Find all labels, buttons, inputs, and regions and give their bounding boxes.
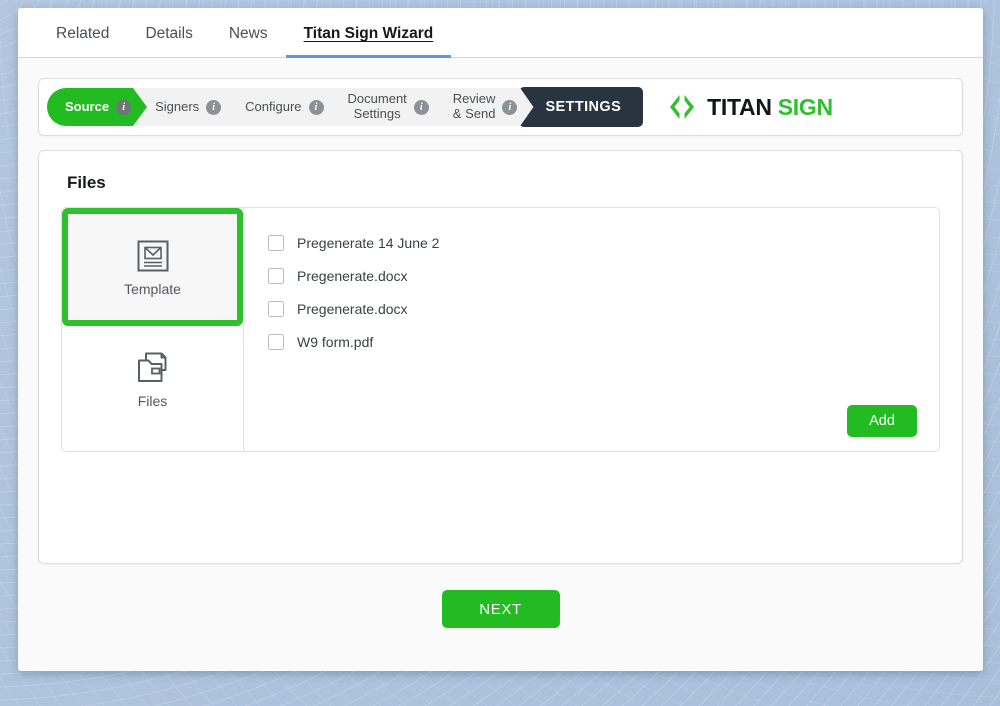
list-item[interactable]: Pregenerate.docx [268, 292, 919, 325]
wizard-step-document-settings[interactable]: Document Settings i [326, 88, 445, 126]
wizard-steps: Source i Signers i Configure i Document … [47, 87, 954, 127]
next-button[interactable]: NEXT [441, 590, 560, 628]
source-tile-template[interactable]: Template [62, 208, 243, 326]
wizard-step-review-and-send-label: Review & Send [453, 92, 496, 121]
template-icon [137, 240, 168, 271]
folder-icon [137, 352, 166, 382]
line-1: Document [347, 91, 407, 107]
line-1: Review [452, 91, 496, 107]
info-icon[interactable]: i [309, 100, 324, 115]
wizard-step-configure[interactable]: Configure i [223, 88, 339, 126]
wizard-step-signers-label: Signers [155, 98, 200, 114]
info-icon[interactable]: i [206, 100, 221, 115]
tab-titan-sign-wizard[interactable]: Titan Sign Wizard [285, 8, 452, 58]
wizard-steps-bar: Source i Signers i Configure i Document … [38, 78, 963, 136]
add-button[interactable]: Add [847, 405, 917, 437]
file-list: Pregenerate 14 June 2 Pregenerate.docx P… [244, 208, 939, 451]
source-selector-box: Template Files Pregenerate 14 June 2 Pre… [61, 207, 940, 452]
wizard-step-source-label: Source [65, 98, 110, 114]
titan-sign-logo: TITAN SIGN [665, 93, 833, 121]
source-tile-files-label: Files [137, 392, 168, 409]
titan-logo-mark-icon [670, 95, 695, 119]
file-checkbox[interactable] [268, 234, 284, 251]
file-label: W9 form.pdf [297, 333, 374, 350]
list-item[interactable]: W9 form.pdf [268, 325, 919, 358]
file-checkbox[interactable] [268, 267, 284, 284]
tab-news[interactable]: News [211, 8, 286, 57]
line-2: Settings [353, 106, 401, 121]
logo-text-sign: SIGN [777, 93, 833, 120]
file-checkbox[interactable] [268, 333, 284, 350]
source-tile-files[interactable]: Files [65, 323, 240, 435]
line-2: & Send [452, 106, 496, 121]
wizard-footer: NEXT [38, 590, 963, 628]
tab-related[interactable]: Related [38, 8, 127, 57]
tab-bar: Related Details News Titan Sign Wizard [18, 8, 983, 58]
file-label: Pregenerate 14 June 2 [297, 234, 440, 251]
wizard-step-document-settings-label: Document Settings [348, 92, 407, 121]
wizard-body: Source i Signers i Configure i Document … [18, 58, 983, 671]
logo-text: TITAN SIGN [707, 94, 833, 121]
info-icon[interactable]: i [502, 100, 517, 115]
panel-title: Files [67, 173, 106, 192]
info-icon[interactable]: i [116, 100, 131, 115]
add-button-row: Add [268, 405, 919, 439]
file-label: Pregenerate.docx [297, 267, 408, 284]
app-window: Related Details News Titan Sign Wizard S… [18, 8, 983, 671]
wizard-step-review-and-send[interactable]: Review & Send i [431, 88, 534, 126]
tab-details[interactable]: Details [127, 8, 210, 57]
files-panel: Files Template Files Pregenerate 14 June… [38, 150, 963, 564]
settings-button[interactable]: SETTINGS [519, 87, 644, 127]
wizard-step-configure-label: Configure [245, 98, 302, 114]
source-tile-template-label: Template [124, 280, 181, 297]
wizard-step-signers[interactable]: Signers i [133, 88, 237, 126]
file-checkbox[interactable] [268, 300, 284, 317]
logo-text-titan: TITAN [707, 93, 772, 120]
info-icon[interactable]: i [414, 100, 429, 115]
list-item[interactable]: Pregenerate.docx [268, 259, 919, 292]
file-label: Pregenerate.docx [297, 300, 408, 317]
source-type-tiles: Template Files [62, 208, 244, 451]
list-item[interactable]: Pregenerate 14 June 2 [268, 226, 919, 259]
wizard-step-source[interactable]: Source i [47, 88, 147, 126]
